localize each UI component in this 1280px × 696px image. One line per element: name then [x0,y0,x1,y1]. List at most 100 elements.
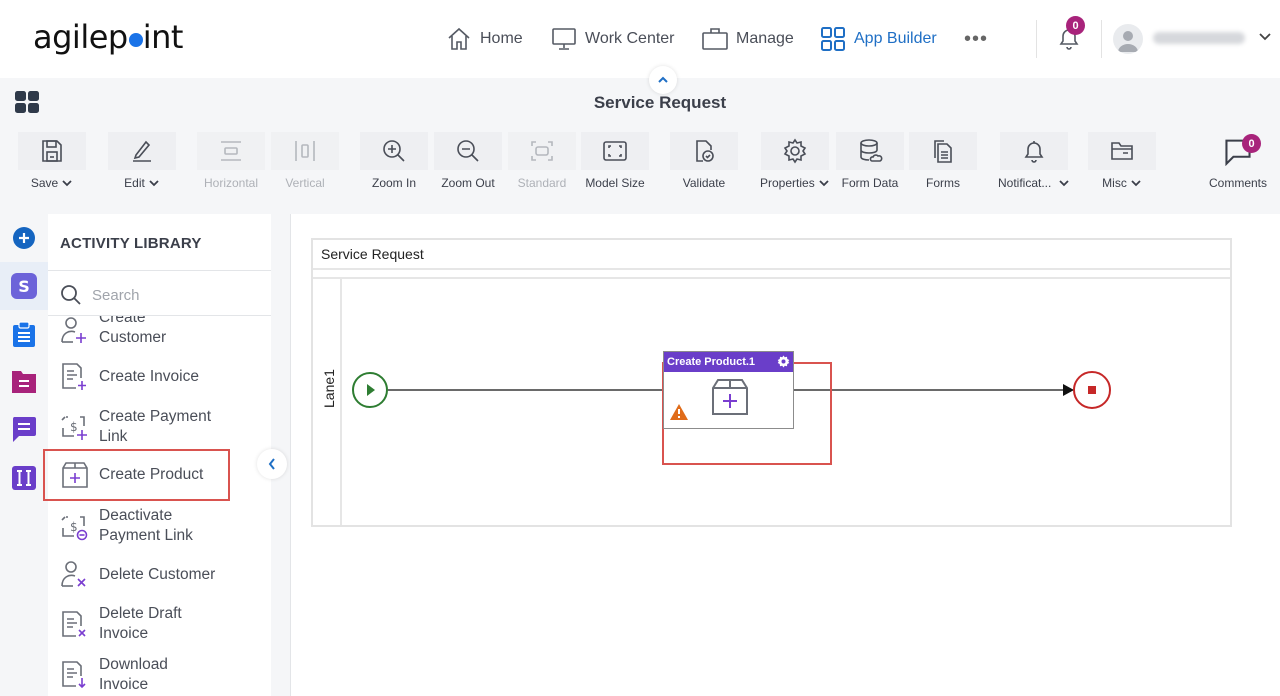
forms-button[interactable]: Forms [909,132,977,190]
arrowhead [1063,384,1074,396]
chevron-up-icon [658,76,668,83]
bell-icon [1024,141,1044,163]
library-item-create-payment-link[interactable]: $ Create Payment Link [48,404,271,448]
model-size-button[interactable]: Model Size [581,132,649,190]
save-button[interactable]: Save [18,132,86,190]
highlight-create-product [43,449,230,501]
nav-work-center[interactable]: Work Center [551,26,675,52]
nav-manage[interactable]: Manage [702,26,794,52]
notifications-button[interactable]: 0 [1057,16,1085,56]
item-line2: Payment Link [99,526,193,544]
gear-icon[interactable] [777,355,790,368]
stop-icon [1088,386,1096,394]
zoom-out-label: Zoom Out [441,176,495,190]
library-search-input[interactable]: Search [48,272,271,316]
user-add-icon [61,317,86,343]
task-header: Create Product.1 [664,352,793,372]
agilepoint-logo[interactable]: agilep int [33,18,183,56]
collapse-library-button[interactable] [257,449,287,479]
rail-text[interactable] [0,454,48,502]
item-line1: Download [99,656,168,673]
nav-work-center-label: Work Center [585,30,675,47]
save-icon [42,140,62,162]
user-name-blurred[interactable] [1153,32,1245,44]
comments-label: Comments [1208,176,1267,190]
standard-button[interactable]: Standard [508,132,576,190]
chevron-down-icon [62,180,72,187]
process-canvas[interactable]: Service Request Lane1 Create Product.1 [290,214,1280,696]
zoom-out-button[interactable]: Zoom Out [434,132,502,190]
rail-folder[interactable] [0,358,48,406]
notifications-toolbar-button[interactable]: Notificat... [998,132,1070,190]
top-bar: agilep int Home Work Center Manage App Bu… [0,0,1280,78]
svg-text:$: $ [70,520,78,534]
grid-icon [821,27,845,51]
horizontal-layout-icon [221,141,241,161]
library-item-delete-customer[interactable]: Delete Customer [48,560,271,590]
item-line1: Create Payment [99,408,211,425]
notifications-badge: 0 [1066,16,1085,35]
properties-label: Properties [760,176,815,190]
comments-button[interactable]: 0 Comments [1204,132,1272,190]
nav-app-builder[interactable]: App Builder [820,26,937,52]
item-line1: Deactivate [99,507,173,524]
forms-label: Forms [926,176,960,190]
collapse-header-button[interactable] [649,66,677,94]
zoom-in-button[interactable]: Zoom In [360,132,428,190]
chevron-down-icon [149,180,159,187]
add-circle-icon [13,227,35,249]
forms-icon [934,140,952,163]
task-title: Create Product.1 [667,356,756,368]
rail-add[interactable] [0,214,48,262]
task-create-product[interactable]: Create Product.1 [663,351,794,429]
payment-link-deactivate-icon: $ [61,516,88,541]
item-line1: Create Invoice [99,368,199,385]
fullscreen-icon [603,141,627,161]
warning-icon[interactable] [670,404,688,420]
nav-home[interactable]: Home [446,26,523,52]
zoom-in-label: Zoom In [371,176,416,190]
misc-button[interactable]: Misc [1088,132,1156,190]
invoice-delete-icon [62,611,86,637]
edit-button[interactable]: Edit [108,132,176,190]
avatar[interactable] [1113,24,1143,54]
nav-app-builder-label: App Builder [854,30,937,47]
model-size-label: Model Size [585,176,645,190]
more-menu-button[interactable]: ••• [964,28,988,51]
misc-label: Misc [1102,176,1127,190]
validate-label: Validate [682,176,726,190]
rail-chat[interactable] [0,406,48,454]
validate-icon [696,140,714,162]
pencil-icon [133,140,151,162]
activity-library-title: ACTIVITY LIBRARY [60,235,202,252]
search-icon [61,285,81,305]
library-item-deactivate-payment-link[interactable]: $ Deactivate Payment Link [48,504,271,548]
chevron-down-icon[interactable] [1258,30,1272,44]
rail-clipboard[interactable] [0,310,48,358]
clipboard-icon [13,321,35,347]
item-line2: Customer [99,328,167,346]
standard-label: Standard [517,176,567,190]
folder-icon [1111,142,1133,160]
pool[interactable]: Service Request Lane1 Create Product.1 [311,238,1232,527]
logo-dot [128,33,143,47]
chevron-down-icon [1059,180,1069,187]
form-data-button[interactable]: Form Data [836,132,904,190]
library-item-download-invoice[interactable]: Download Invoice [48,652,271,696]
item-line2: Invoice [99,675,149,693]
vertical-button[interactable]: Vertical [271,132,339,190]
chevron-left-icon [268,458,275,470]
item-line2: Link [99,427,128,445]
zoom-in-icon [383,140,405,162]
item-line1: Delete Draft [99,605,182,622]
library-item-create-invoice[interactable]: Create Invoice [48,362,271,392]
rail-stripe[interactable]: S [0,262,48,310]
notifications-label: Notificat... [998,176,1052,190]
chevron-down-icon [1131,180,1141,187]
title-row: Service Request [0,78,1280,124]
validate-button[interactable]: Validate [670,132,738,190]
vertical-layout-icon [295,141,315,161]
horizontal-button[interactable]: Horizontal [197,132,265,190]
properties-button[interactable]: Properties [760,132,830,190]
library-item-delete-draft-invoice[interactable]: Delete Draft Invoice [48,602,271,646]
